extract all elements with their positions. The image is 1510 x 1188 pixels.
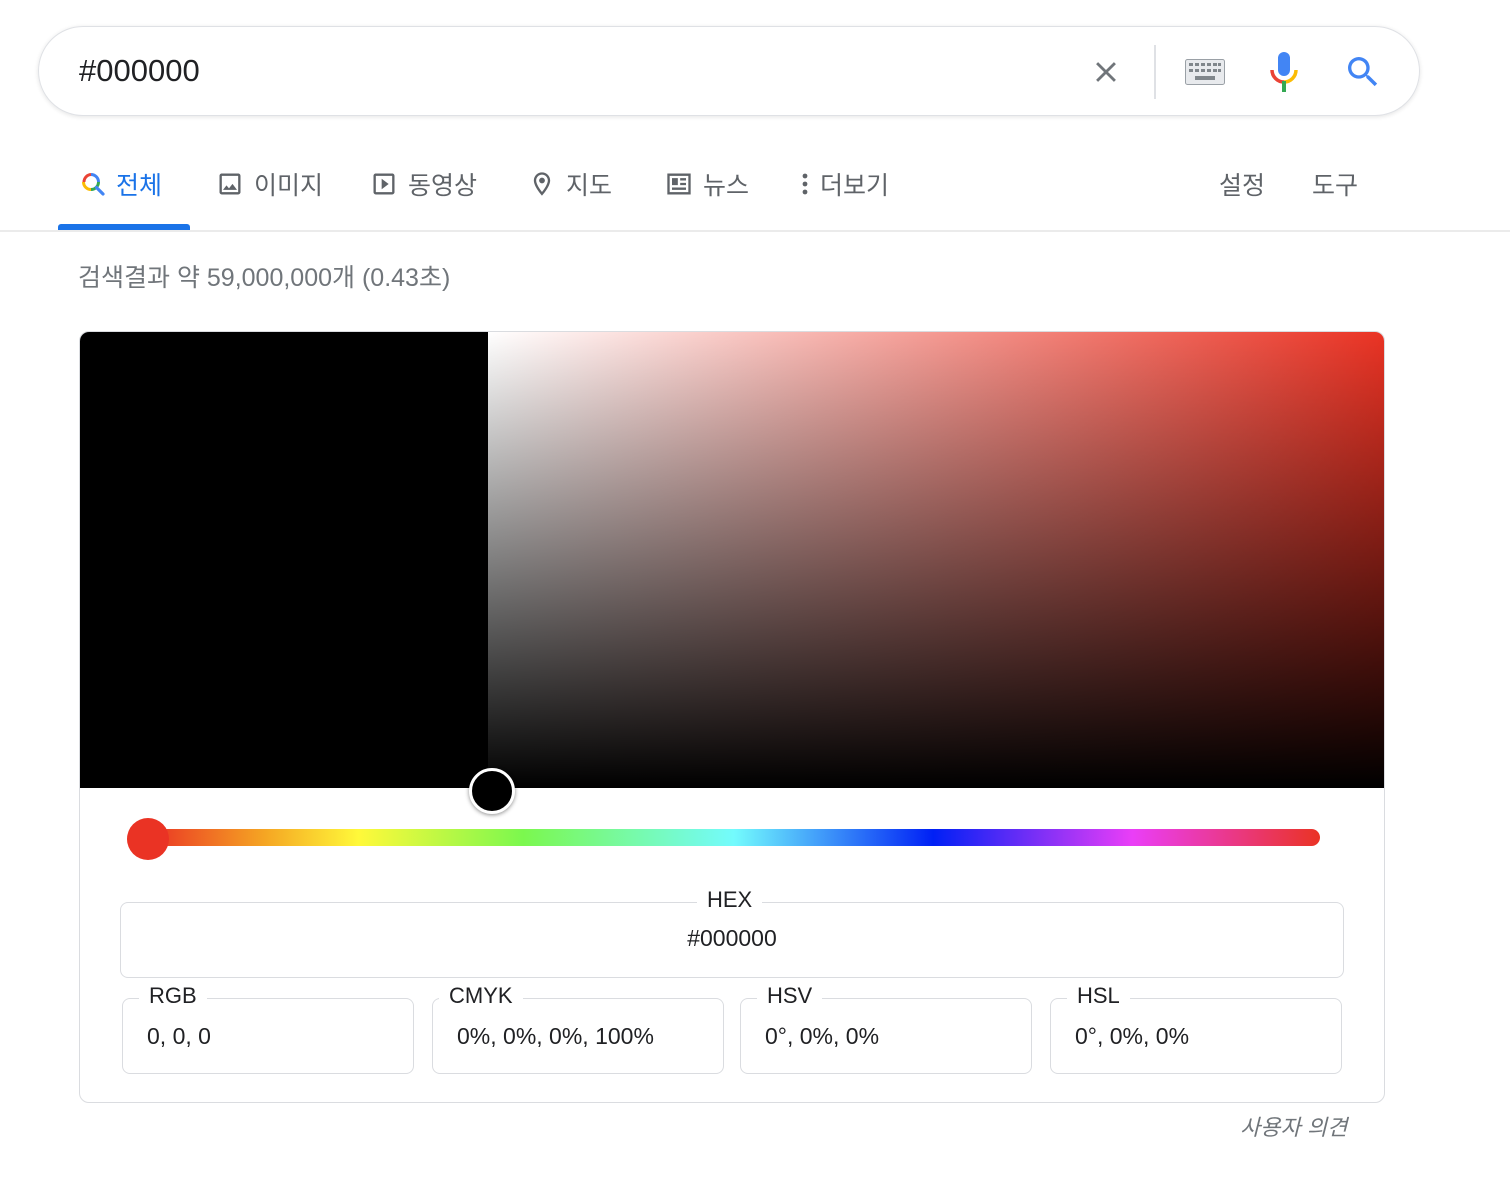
tab-news[interactable]: 뉴스 <box>665 164 749 204</box>
tab-all[interactable]: 전체 <box>80 164 162 204</box>
tab-label: 동영상 <box>408 172 478 200</box>
saturation-value-picker[interactable] <box>488 332 1384 788</box>
microphone-icon <box>1270 52 1298 92</box>
search-icon <box>1348 57 1378 87</box>
hsl-field: HSL <box>1050 983 1342 1074</box>
hsl-input[interactable] <box>1075 1023 1325 1050</box>
cmyk-label: CMYK <box>439 983 523 1009</box>
hsv-input[interactable] <box>765 1023 1015 1050</box>
hsv-field: HSV <box>740 983 1032 1074</box>
settings-link[interactable]: 설정 <box>1219 164 1265 204</box>
hex-input[interactable] <box>121 925 1343 952</box>
map-pin-icon <box>533 172 551 196</box>
selected-color-swatch <box>80 332 488 788</box>
keyboard-button[interactable] <box>1182 49 1228 95</box>
cmyk-field: CMYK <box>432 983 724 1074</box>
search-input[interactable] <box>79 49 1059 93</box>
tabs-divider <box>0 230 1510 232</box>
result-stats: 검색결과 약 59,000,000개 (0.43초) <box>78 264 451 292</box>
video-play-icon <box>373 173 395 195</box>
tab-more[interactable]: 더보기 <box>796 164 889 204</box>
search-tabs: 전체 이미지 동영상 지도 뉴스 더보기 설정 도구 <box>0 150 1510 230</box>
rgb-field: RGB <box>122 983 414 1074</box>
hue-slider[interactable] <box>148 829 1320 846</box>
tab-label: 지도 <box>566 172 613 200</box>
tab-images[interactable]: 이미지 <box>216 164 323 204</box>
hsl-label: HSL <box>1067 983 1130 1009</box>
search-bar-divider <box>1154 45 1156 99</box>
tools-label: 도구 <box>1312 172 1359 200</box>
hsv-label: HSV <box>757 983 823 1009</box>
rgb-label: RGB <box>139 983 207 1009</box>
hex-label: HEX <box>697 887 763 913</box>
settings-label: 설정 <box>1219 172 1266 200</box>
search-bar <box>38 26 1420 116</box>
clear-search-button[interactable] <box>1083 49 1129 95</box>
news-icon <box>667 173 691 195</box>
image-icon <box>219 173 241 195</box>
keyboard-icon <box>1185 59 1225 85</box>
tab-label: 뉴스 <box>703 172 750 200</box>
voice-search-button[interactable] <box>1261 49 1307 95</box>
hue-slider-handle[interactable] <box>127 818 169 860</box>
more-vert-icon <box>802 173 808 195</box>
close-icon <box>1096 62 1116 82</box>
google-search-icon <box>82 173 105 196</box>
tab-maps[interactable]: 지도 <box>528 164 612 204</box>
tab-label: 이미지 <box>254 172 324 200</box>
hex-field: HEX <box>120 887 1344 978</box>
tab-videos[interactable]: 동영상 <box>370 164 477 204</box>
tab-label: 더보기 <box>820 172 890 200</box>
cmyk-input[interactable] <box>457 1023 707 1050</box>
tab-label: 전체 <box>116 172 163 200</box>
color-picker-card <box>79 331 1385 1103</box>
feedback-link[interactable]: 사용자 의견 <box>1240 1110 1347 1142</box>
saturation-value-handle[interactable] <box>469 768 515 814</box>
search-button[interactable] <box>1340 49 1386 95</box>
rgb-input[interactable] <box>147 1023 397 1050</box>
tools-link[interactable]: 도구 <box>1312 164 1358 204</box>
